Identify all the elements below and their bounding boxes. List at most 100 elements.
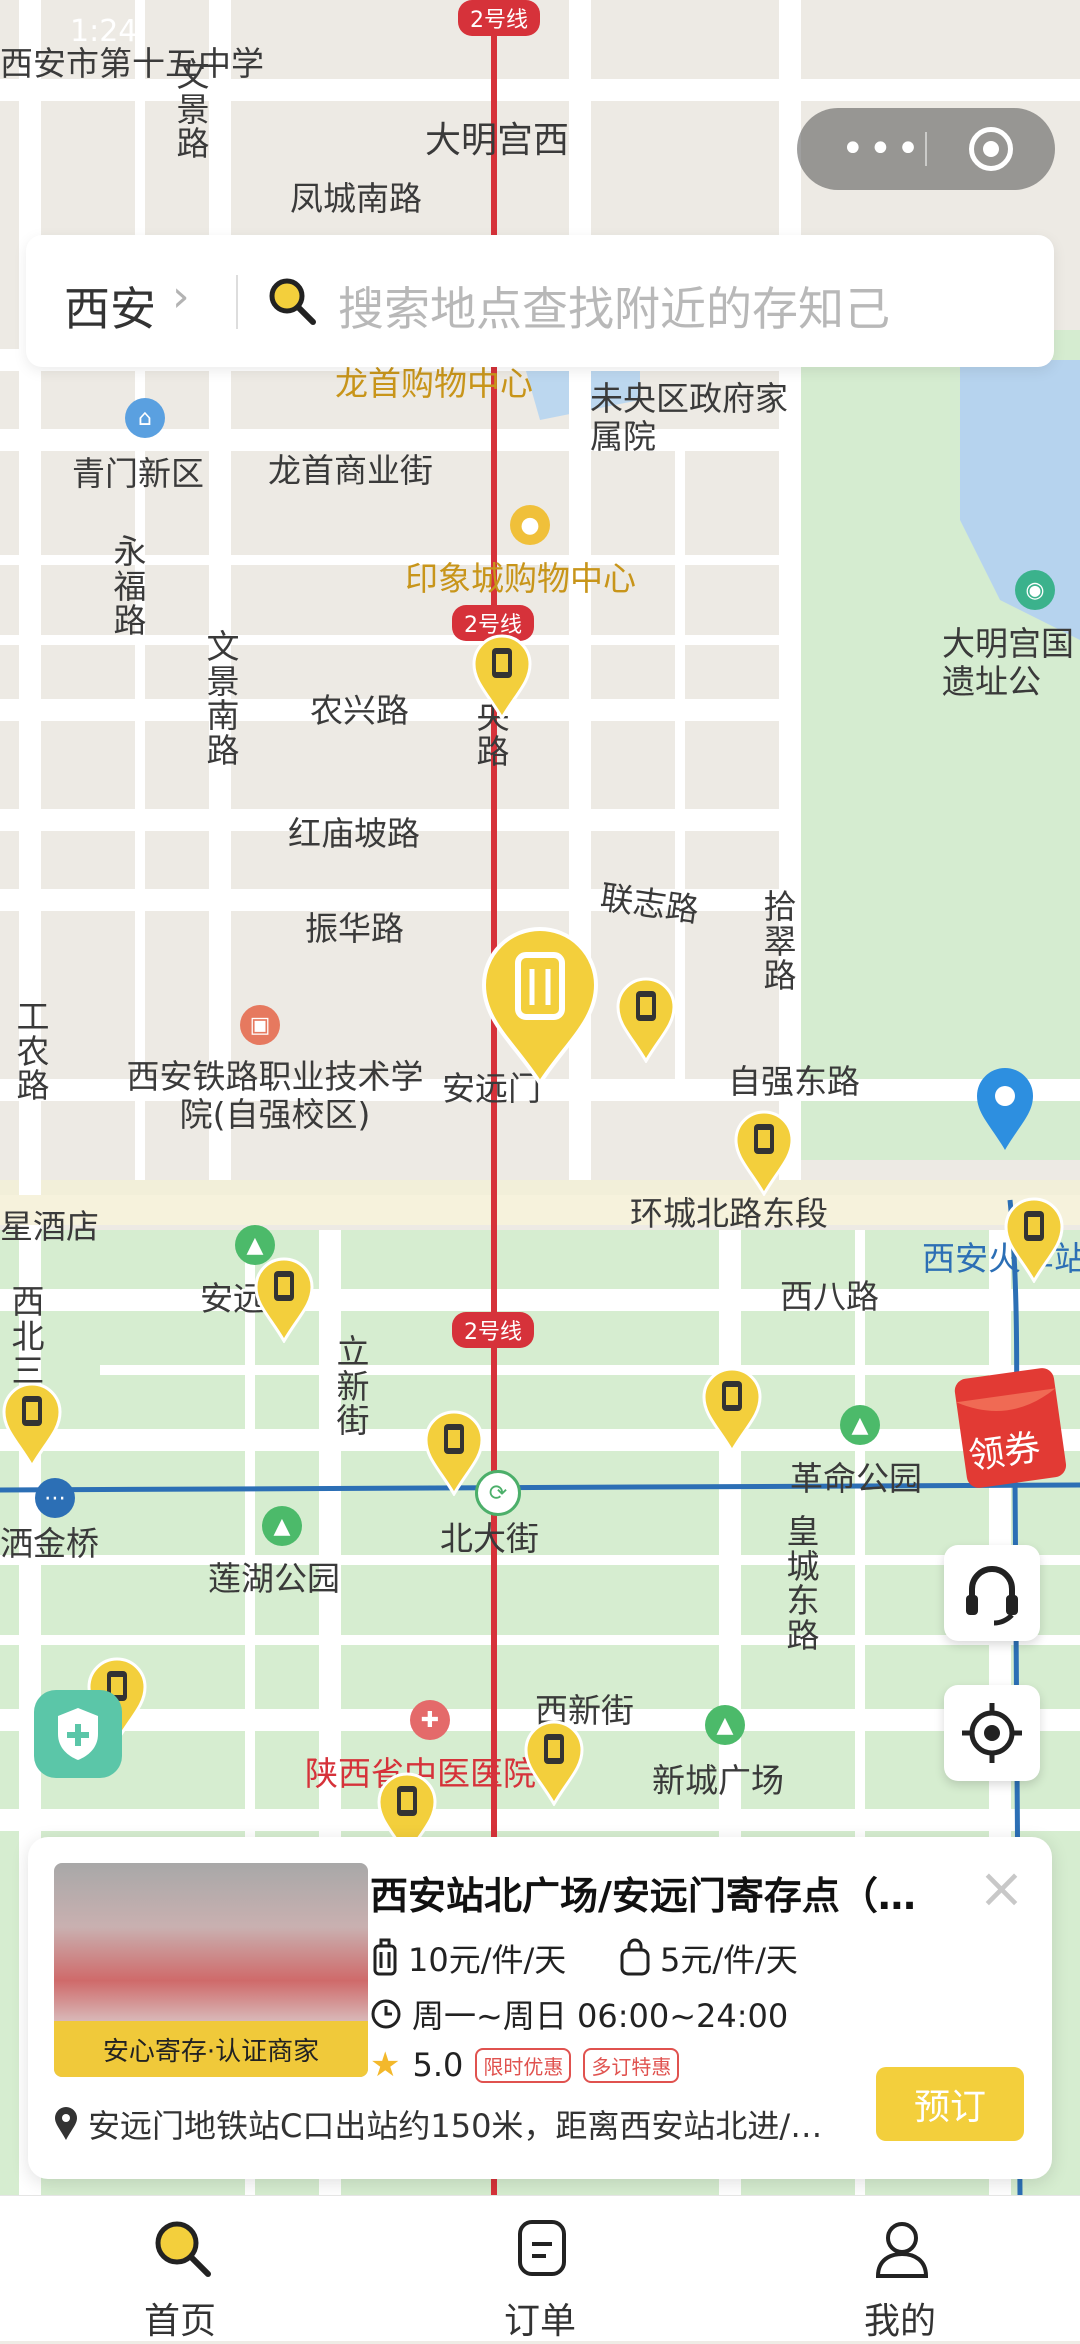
tab-orders-label: 订单: [503, 2301, 576, 2342]
headset-icon: [966, 1566, 1018, 1626]
storage-pin[interactable]: [522, 1718, 586, 1806]
label-xiba: 西八路: [780, 1277, 879, 1316]
store-info-card[interactable]: 安心寄存·认证商家 西安站北广场/安远门寄存点（… × 10元/件/天 5元/件…: [28, 1837, 1052, 2179]
price-large-text: 10元/件/天: [408, 1941, 567, 1979]
coupon-button[interactable]: 领券: [950, 1365, 1080, 1495]
label-weiyang-gov: 未央区政府家属院: [590, 379, 788, 456]
coupon-label: 领券: [965, 1427, 1044, 1478]
label-lianhu-park: 莲湖公园: [208, 1559, 340, 1598]
park-poi-icon: ▲: [705, 1705, 745, 1745]
safety-shield-button[interactable]: [34, 1690, 122, 1778]
label-daminggong-ruins: 大明宫国遗址公: [942, 624, 1074, 701]
tab-home-label: 首页: [143, 2301, 216, 2342]
chevron-right-icon: ›: [172, 271, 190, 322]
park-poi-icon: ▲: [840, 1405, 880, 1445]
tab-profile-label: 我的: [863, 2301, 936, 2342]
luggage-large-icon: [373, 1938, 397, 1976]
promo-tag: 多订特惠: [583, 2047, 680, 2083]
label-shicui: 拾翠路: [763, 887, 797, 996]
close-miniprogram-icon[interactable]: [969, 127, 1013, 171]
search-icon: [269, 278, 316, 325]
price-small-luggage: 5元/件/天: [618, 1935, 798, 1981]
residence-poi-icon: ⌂: [125, 398, 165, 438]
tab-orders[interactable]: 订单: [440, 2196, 640, 2342]
shield-icon: [58, 1708, 98, 1760]
location-marker-icon: [977, 1068, 1033, 1150]
selected-storage-pin[interactable]: [478, 925, 602, 1085]
close-card-button[interactable]: ×: [978, 1861, 1025, 1917]
customer-service-button[interactable]: [944, 1545, 1040, 1641]
label-hotel: 星酒店: [0, 1207, 99, 1246]
label-xincheng-square: 新城广场: [652, 1761, 784, 1800]
star-icon: ★: [370, 2045, 401, 2085]
clock-icon: [371, 1999, 401, 2029]
school-poi-icon: ▣: [240, 1005, 280, 1045]
label-huancheng-north: 环城北路东段: [630, 1194, 828, 1233]
city-selector[interactable]: 西安: [64, 273, 156, 339]
label-beidajie: 北大街: [440, 1519, 539, 1558]
tab-home[interactable]: 首页: [80, 2196, 280, 2342]
label-sajinqiao: 洒金桥: [0, 1524, 99, 1563]
user-icon: [875, 2222, 929, 2278]
miniprogram-capsule: •••: [797, 108, 1055, 190]
price-large-luggage: 10元/件/天: [370, 1935, 566, 1981]
crosshair-icon: [962, 1703, 1022, 1763]
label-hongmiaopo: 红庙坡路: [288, 814, 420, 853]
price-small-text: 5元/件/天: [660, 1941, 798, 1979]
label-longshou-mall: 龙首购物中心: [335, 364, 533, 403]
store-address: 安远门地铁站C口出站约150米，距离西安站北进/…: [54, 2101, 822, 2147]
label-huangcheng-east: 皇城东路: [786, 1512, 820, 1655]
storage-pin[interactable]: [470, 632, 534, 720]
metro-station-icon: ⋯: [35, 1478, 75, 1518]
search-input[interactable]: 搜索地点查找附近的存知己: [338, 273, 890, 339]
bag-icon: [620, 1938, 650, 1976]
label-xibei: 西北三: [11, 1282, 45, 1391]
label-longshou-st: 龙首商业街: [268, 451, 433, 490]
label-rail-college: 西安铁路职业技术学院(自强校区): [126, 1057, 424, 1134]
label-gongnong: 工农路: [16, 997, 50, 1106]
scenic-poi-icon: ◉: [1015, 570, 1055, 610]
promo-tag: 限时优惠: [475, 2047, 572, 2083]
label-lixin: 立新街: [336, 1332, 370, 1441]
location-pin-icon: [55, 2107, 77, 2140]
order-icon: [518, 2220, 566, 2276]
certified-badge: 安心寄存·认证商家: [54, 2021, 368, 2077]
hospital-poi-icon: ✚: [410, 1700, 450, 1740]
storage-pin[interactable]: [1002, 1195, 1066, 1283]
label-qingmen: 青门新区: [72, 454, 204, 493]
label-wenjing-south: 文景南路: [206, 627, 240, 770]
book-button[interactable]: 预订: [876, 2067, 1024, 2141]
storage-pin[interactable]: [732, 1108, 796, 1196]
search-bar: 西安 › 搜索地点查找附近的存知己: [26, 235, 1054, 367]
storage-pin[interactable]: [252, 1255, 316, 1343]
label-daminggong-west: 大明宫西: [425, 120, 570, 161]
label-fengcheng-south: 凤城南路: [290, 179, 422, 218]
label-ziqiang-east: 自强东路: [728, 1062, 860, 1101]
storage-pin[interactable]: [422, 1408, 486, 1496]
rating-row: ★ 5.0 限时优惠 多订特惠: [370, 2045, 680, 2085]
label-nongxing: 农兴路: [310, 691, 409, 730]
search-icon: [155, 2221, 211, 2277]
storage-pin[interactable]: [700, 1365, 764, 1453]
mall-poi-icon: ●: [510, 505, 550, 545]
tab-profile[interactable]: 我的: [800, 2196, 1000, 2342]
bottom-tab-bar: 首页 订单 我的: [0, 2195, 1080, 2342]
search-divider: [236, 275, 238, 329]
hours-text: 周一~周日 06:00~24:00: [412, 1997, 789, 2035]
label-yinxiang-mall: 印象城购物中心: [405, 559, 636, 598]
label-zhenhua: 振华路: [305, 909, 404, 948]
storage-pin[interactable]: [0, 1380, 64, 1468]
rating-value: 5.0: [412, 2046, 464, 2084]
storage-pin[interactable]: [614, 975, 678, 1063]
label-geming-park: 革命公园: [790, 1459, 922, 1498]
address-text: 安远门地铁站C口出站约150米，距离西安站北进/…: [88, 2107, 823, 2145]
label-wenjing-road: 文景路: [176, 55, 210, 164]
store-title: 西安站北广场/安远门寄存点（…: [370, 1874, 916, 1918]
more-menu-button[interactable]: •••: [841, 126, 924, 172]
status-time: 1:24: [70, 14, 138, 49]
capsule-divider: [925, 132, 927, 166]
locate-me-button[interactable]: [944, 1685, 1040, 1781]
metro-line-tag: 2号线: [452, 1312, 534, 1348]
status-bar: 1:24: [0, 0, 1080, 70]
opening-hours: 周一~周日 06:00~24:00: [370, 1991, 788, 2037]
